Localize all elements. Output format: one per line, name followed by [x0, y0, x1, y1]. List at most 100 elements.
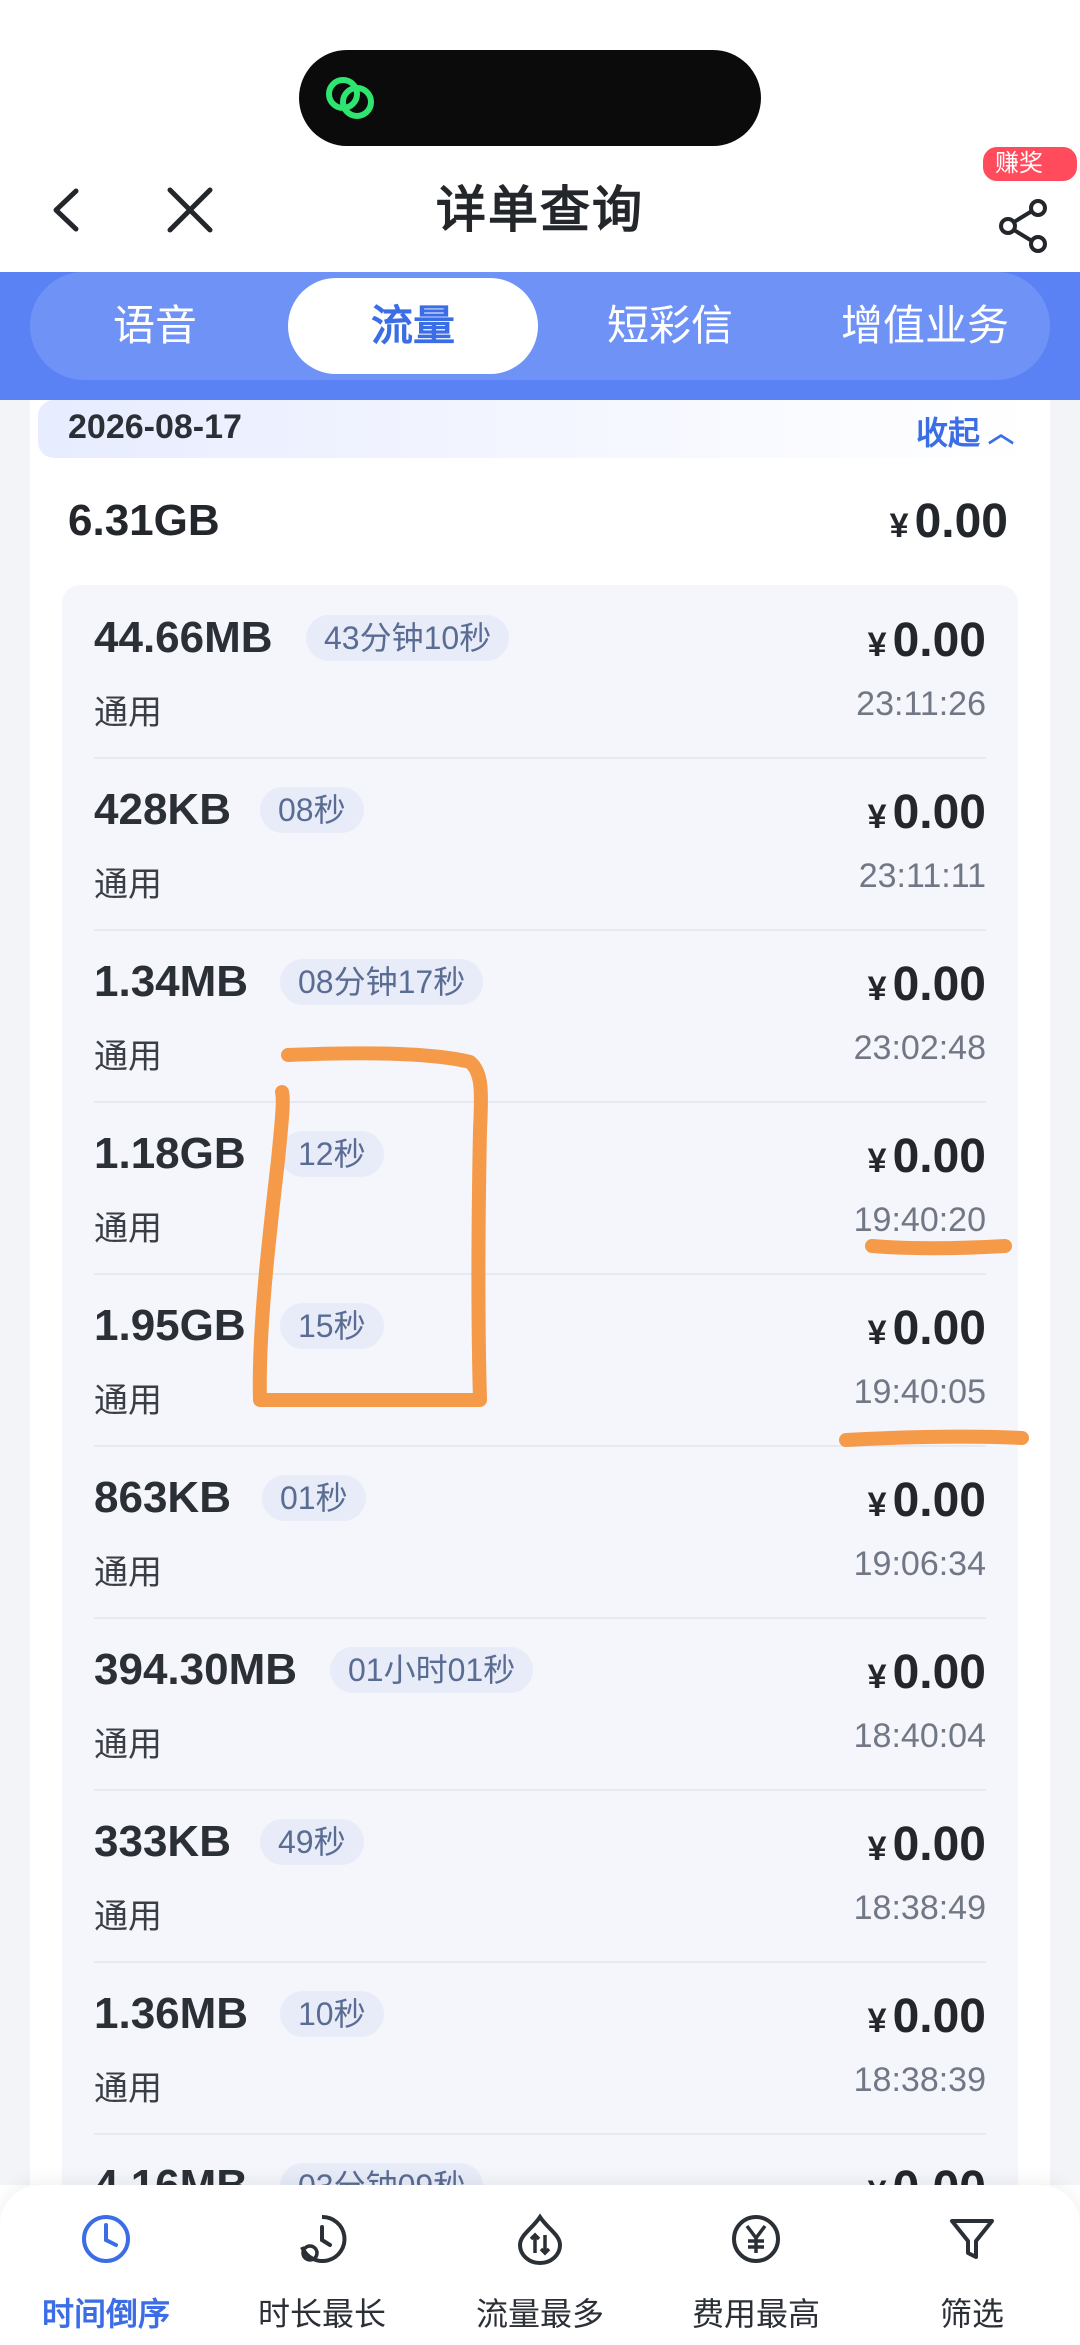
- record-duration: 10秒: [280, 1991, 384, 2037]
- tab-data[interactable]: 流量: [288, 278, 538, 374]
- record-size: 394.30MB: [94, 1645, 298, 1694]
- currency-symbol: ¥: [867, 970, 887, 1008]
- group-date: 2026-08-17: [68, 408, 242, 446]
- nav-label: 费用最高: [691, 2296, 820, 2332]
- bottom-sort-bar: 时间倒序 时长最长 流量最多 费用最高 筛选: [0, 2185, 1080, 2345]
- clock-icon: [82, 2215, 130, 2263]
- total-fee: ¥0.00: [890, 494, 1008, 549]
- chevron-up-icon: ︿: [987, 418, 1014, 448]
- record-time: 23:02:48: [853, 1029, 986, 1067]
- record-fee-value: 0.00: [893, 2162, 986, 2185]
- currency-symbol: ¥: [867, 1830, 887, 1868]
- record-list: 44.66MB 43分钟10秒 通用 ¥0.00 23:11:26 428KB …: [62, 585, 1018, 2185]
- record-time: 23:11:11: [858, 857, 986, 895]
- record-time: 18:40:04: [853, 1717, 986, 1755]
- record-fee-value: 0.00: [892, 1474, 986, 1527]
- tab-value-added[interactable]: 增值业务: [800, 278, 1050, 374]
- collapse-label: 收起: [915, 415, 980, 451]
- record-duration: 43分钟10秒: [306, 615, 510, 661]
- reward-badge[interactable]: 赚奖励: [980, 144, 1080, 211]
- record-type: 通用: [94, 2070, 162, 2108]
- record-fee: ¥0.00: [868, 785, 986, 840]
- record-size: 428KB: [94, 785, 231, 834]
- table-row[interactable]: 394.30MB 01小时01秒 通用 ¥0.00 18:40:04: [94, 1617, 986, 1791]
- table-row[interactable]: 428KB 08秒 通用 ¥0.00 23:11:11: [94, 757, 986, 931]
- sort-traffic-most[interactable]: 流量最多: [440, 2197, 640, 2337]
- page-title: 详单查询: [436, 182, 644, 238]
- record-time: 19:06:34: [853, 1545, 986, 1583]
- table-row[interactable]: 1.95GB 15秒 通用 ¥0.00 19:40:05: [94, 1273, 986, 1447]
- record-fee-value: 0.00: [892, 1130, 986, 1183]
- record-fee: ¥0.00: [868, 1301, 986, 1356]
- table-row[interactable]: 1.34MB 08分钟17秒 通用 ¥0.00 23:02:48: [94, 929, 986, 1103]
- date-bar: 2026-08-17 收起 ︿: [38, 400, 1042, 458]
- record-fee: ¥0.00: [868, 1473, 986, 1528]
- record-size: 1.95GB: [94, 1301, 246, 1350]
- nav-label: 时长最长: [257, 2296, 386, 2332]
- record-fee: ¥0.00: [868, 1817, 986, 1872]
- filter-button[interactable]: 筛选: [872, 2197, 1072, 2337]
- timer-icon: [300, 2214, 347, 2263]
- currency-symbol: ¥: [867, 1314, 887, 1352]
- table-row[interactable]: 1.18GB 12秒 通用 ¥0.00 19:40:20: [94, 1101, 986, 1275]
- sort-fee-highest[interactable]: 费用最高: [656, 2197, 856, 2337]
- tab-sms-mms[interactable]: 短彩信: [545, 278, 795, 374]
- record-fee: ¥0.00: [868, 1129, 986, 1184]
- traffic-icon: [517, 2213, 563, 2265]
- app-header: 详单查询: [0, 150, 1080, 272]
- total-fee-value: 0.00: [914, 495, 1008, 548]
- currency-symbol: ¥: [867, 2002, 887, 2040]
- currency-symbol: ¥: [867, 1658, 887, 1696]
- record-type: 通用: [94, 1038, 162, 1076]
- link-icon: [326, 77, 374, 119]
- table-row[interactable]: 44.66MB 43分钟10秒 通用 ¥0.00 23:11:26: [94, 585, 986, 759]
- currency-symbol: ¥: [867, 798, 887, 836]
- record-size: 4.16MB: [94, 2161, 248, 2185]
- currency-symbol: ¥: [867, 1486, 887, 1524]
- table-row[interactable]: 333KB 49秒 通用 ¥0.00 18:38:49: [94, 1789, 986, 1963]
- record-size: 44.66MB: [94, 613, 273, 662]
- yen-icon: [732, 2215, 780, 2263]
- currency-symbol: ¥: [867, 626, 887, 664]
- record-type: 通用: [94, 1898, 162, 1936]
- record-type: 通用: [94, 1726, 162, 1764]
- tab-track: 语音 流量 短彩信 增值业务: [30, 272, 1050, 380]
- record-type: 通用: [94, 1210, 162, 1248]
- record-time: 18:38:39: [853, 2061, 986, 2099]
- record-duration: 03分钟09秒: [280, 2163, 484, 2185]
- record-duration: 08秒: [260, 787, 364, 833]
- record-fee: ¥0.00: [868, 1989, 986, 2044]
- record-fee-value: 0.00: [892, 1302, 986, 1355]
- currency-symbol: ¥: [889, 507, 909, 545]
- nav-label: 筛选: [939, 2296, 1004, 2332]
- tab-voice[interactable]: 语音: [30, 278, 280, 374]
- record-duration: 08分钟17秒: [280, 959, 484, 1005]
- record-time: 23:11:26: [856, 685, 986, 723]
- sort-duration-longest[interactable]: 时长最长: [222, 2197, 422, 2337]
- table-row[interactable]: 863KB 01秒 通用 ¥0.00 19:06:34: [94, 1445, 986, 1619]
- record-type: 通用: [94, 1554, 162, 1592]
- record-type: 通用: [94, 694, 162, 732]
- record-fee: ¥0.00: [868, 613, 986, 668]
- total-usage: 6.31GB: [68, 496, 220, 545]
- collapse-button[interactable]: 收起 ︿: [916, 408, 1014, 454]
- table-row[interactable]: 1.36MB 10秒 通用 ¥0.00 18:38:39: [94, 1961, 986, 2135]
- record-size: 1.34MB: [94, 957, 249, 1006]
- day-group-card: 2026-08-17 收起 ︿ 6.31GB ¥0.00 44.66MB 43分钟…: [30, 400, 1050, 2185]
- currency-symbol: ¥: [867, 1142, 887, 1180]
- record-duration: 12秒: [280, 1131, 384, 1177]
- record-fee-value: 0.00: [892, 958, 986, 1011]
- record-duration: 01小时01秒: [330, 1647, 534, 1693]
- record-fee-value: 0.00: [892, 1646, 986, 1699]
- record-fee-value: 0.00: [892, 1818, 986, 1871]
- table-row[interactable]: 4.16MB 03分钟09秒 通用 ¥0.00: [94, 2133, 986, 2185]
- record-fee: ¥0.00: [868, 957, 986, 1012]
- sort-time-desc[interactable]: 时间倒序: [6, 2197, 206, 2337]
- record-size: 1.36MB: [94, 1989, 249, 2038]
- record-type: 通用: [94, 866, 162, 904]
- record-duration: 01秒: [262, 1475, 366, 1521]
- record-size: 1.18GB: [94, 1129, 246, 1178]
- nav-label: 时间倒序: [41, 2296, 170, 2332]
- record-size: 863KB: [94, 1473, 231, 1522]
- content-area[interactable]: 2026-08-17 收起 ︿ 6.31GB ¥0.00 44.66MB 43分钟…: [0, 400, 1080, 2185]
